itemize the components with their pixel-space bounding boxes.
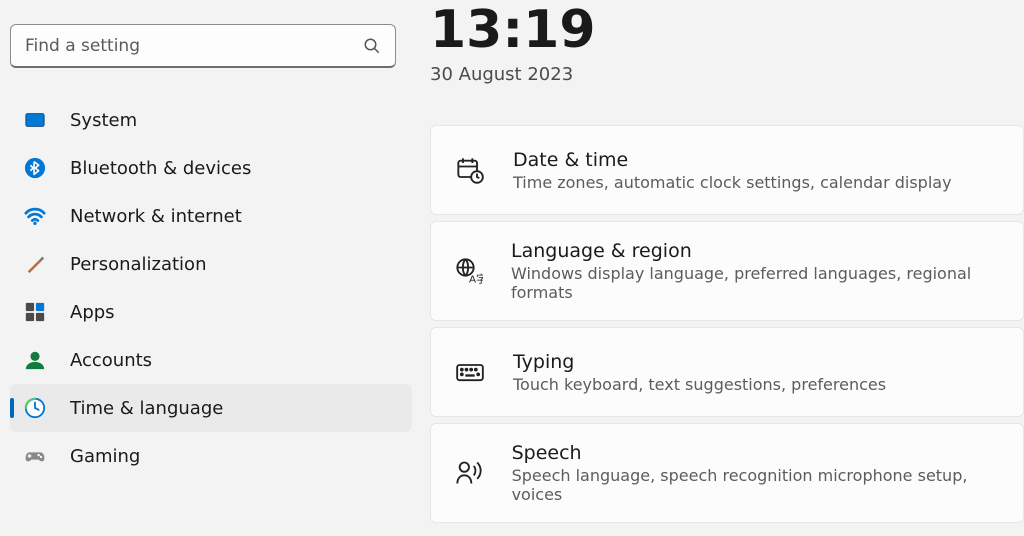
current-time: 13:19 [430,0,1024,56]
sidebar-item-label: System [70,110,137,131]
sidebar-item-time-language[interactable]: Time & language [10,384,412,432]
keyboard-icon [455,357,485,387]
sidebar: Find a setting System B [0,0,418,536]
gaming-icon [24,445,46,467]
search-icon [363,37,381,55]
card-typing[interactable]: Typing Touch keyboard, text suggestions,… [430,327,1024,417]
sidebar-item-bluetooth[interactable]: Bluetooth & devices [10,144,412,192]
card-subtitle: Speech language, speech recognition micr… [512,466,999,504]
sidebar-item-label: Bluetooth & devices [70,158,251,179]
card-title: Typing [513,351,886,373]
sidebar-item-label: Time & language [70,398,223,419]
sidebar-item-personalization[interactable]: Personalization [10,240,412,288]
speech-icon [455,458,484,488]
language-icon: A字 [455,256,483,286]
brush-icon [24,253,46,275]
bluetooth-icon [24,157,46,179]
sidebar-item-label: Personalization [70,254,206,275]
main-content: 13:19 30 August 2023 Date & time Time zo… [418,0,1024,536]
sidebar-item-system[interactable]: System [10,96,412,144]
clock-icon [24,397,46,419]
card-language-region[interactable]: A字 Language & region Windows display lan… [430,221,1024,321]
sidebar-item-label: Network & internet [70,206,242,227]
search-placeholder: Find a setting [25,36,363,56]
card-title: Speech [512,442,999,464]
card-date-time[interactable]: Date & time Time zones, automatic clock … [430,125,1024,215]
account-icon [24,349,46,371]
apps-icon [24,301,46,323]
sidebar-item-label: Accounts [70,350,152,371]
card-speech[interactable]: Speech Speech language, speech recogniti… [430,423,1024,523]
current-date: 30 August 2023 [430,64,1024,85]
system-icon [24,109,46,131]
wifi-icon [24,205,46,227]
datetime-icon [455,155,485,185]
sidebar-item-label: Apps [70,302,115,323]
card-subtitle: Time zones, automatic clock settings, ca… [513,173,952,192]
sidebar-item-accounts[interactable]: Accounts [10,336,412,384]
card-title: Language & region [511,240,999,262]
sidebar-item-apps[interactable]: Apps [10,288,412,336]
svg-text:A字: A字 [469,273,483,285]
sidebar-item-label: Gaming [70,446,140,467]
sidebar-nav: System Bluetooth & devices Network & [10,96,418,480]
card-subtitle: Windows display language, preferred lang… [511,264,999,302]
card-title: Date & time [513,149,952,171]
search-input[interactable]: Find a setting [10,24,396,68]
sidebar-item-network[interactable]: Network & internet [10,192,412,240]
settings-cards: Date & time Time zones, automatic clock … [430,125,1024,523]
card-subtitle: Touch keyboard, text suggestions, prefer… [513,375,886,394]
sidebar-item-gaming[interactable]: Gaming [10,432,412,480]
